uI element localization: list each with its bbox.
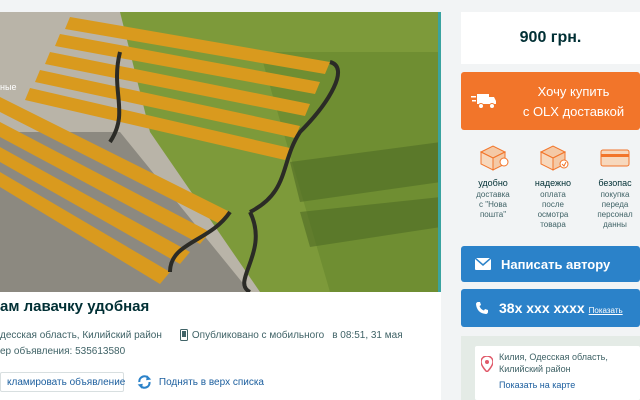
published-time: в 08:51, 31 мая: [332, 329, 403, 341]
complain-label: кламировать объявление: [7, 376, 126, 388]
bench-photo-image: [0, 12, 441, 292]
location-line1: Килия, Одесская область,: [499, 352, 608, 362]
show-phone-button[interactable]: 38x xxx xxxx Показать: [461, 289, 640, 327]
card-shield-icon: [600, 149, 630, 167]
feature-desc-line: переда: [601, 200, 629, 209]
location-pin-icon: [481, 356, 493, 372]
feature-desc-line: данны: [603, 220, 627, 229]
phone-show-link[interactable]: Показать: [589, 306, 623, 315]
listing-title: ам лавачку удобная: [0, 298, 150, 315]
complain-button[interactable]: кламировать объявление: [0, 372, 126, 392]
phone-icon: [476, 302, 488, 314]
phone-number: 38x xxx xxxx: [499, 300, 585, 316]
raise-label: Поднять в верх списка: [158, 376, 264, 388]
buy-label-line2: с OLX доставкой: [522, 104, 625, 119]
feature-desc-line: осмотра: [537, 210, 569, 219]
feature-desc: покупка переда персонал данны: [585, 190, 640, 230]
envelope-icon: [475, 258, 491, 270]
feature-desc: доставка с "Нова пошта": [461, 190, 525, 220]
feature-desc-line: с "Нова: [479, 200, 507, 209]
feature-title: удобно: [478, 178, 508, 188]
delivery-features: удобно доставка с "Нова пошта" надежно о…: [461, 138, 640, 238]
feature-desc-line: после: [542, 200, 564, 209]
listing-meta: десская область, Килийский район Опублик…: [0, 329, 403, 341]
feature-desc-line: персонал: [597, 210, 633, 219]
feature-title: надежно: [534, 178, 572, 188]
price: 900 грн.: [519, 29, 582, 46]
buy-label-line1: Хочу купить: [537, 84, 610, 99]
delivery-truck-icon: [471, 94, 496, 109]
refresh-icon: [137, 375, 152, 389]
feature-desc: оплата после осмотра товара: [521, 190, 585, 230]
box-check-icon: [539, 145, 569, 171]
listing-photo[interactable]: ные: [0, 12, 441, 292]
location-line2: Килийский район: [499, 364, 571, 374]
mobile-phone-icon: [179, 329, 188, 341]
feature-title: безопас: [598, 178, 632, 188]
show-on-map-link[interactable]: Показать на карте: [499, 380, 575, 390]
raise-listing-button[interactable]: Поднять в верх списка: [130, 372, 270, 392]
feature-desc-line: пошта": [479, 210, 507, 219]
write-author-label: Написать автору: [501, 256, 611, 272]
feature-convenient: удобно доставка с "Нова пошта": [461, 138, 525, 220]
feature-safe: безопас покупка переда персонал данны: [585, 138, 640, 230]
listing-info: ам лавачку удобная десская область, Кили…: [0, 292, 441, 400]
published-text: Опубликовано с мобильного: [191, 329, 325, 341]
feature-desc-line: покупка: [600, 190, 630, 199]
location-card: Килия, Одесская область, Килийский район…: [475, 346, 640, 400]
write-author-button[interactable]: Написать автору: [461, 246, 640, 282]
buy-with-delivery-button[interactable]: Хочу купить с OLX доставкой: [461, 72, 640, 130]
photo-corner-label: ные: [0, 82, 17, 92]
photo-edge-bar: [438, 12, 441, 292]
listing-location: десская область, Килийский район: [0, 329, 162, 341]
location-map[interactable]: Килия, Одесская область, Килийский район…: [461, 336, 640, 400]
feature-reliable: надежно оплата после осмотра товара: [521, 138, 585, 230]
box-location-icon: [479, 145, 509, 171]
feature-desc-line: доставка: [476, 190, 510, 199]
feature-desc-line: товара: [540, 220, 566, 229]
feature-desc-line: оплата: [540, 190, 566, 199]
price-box: 900 грн.: [461, 12, 640, 64]
listing-id: ер объявления: 535613580: [0, 346, 126, 357]
